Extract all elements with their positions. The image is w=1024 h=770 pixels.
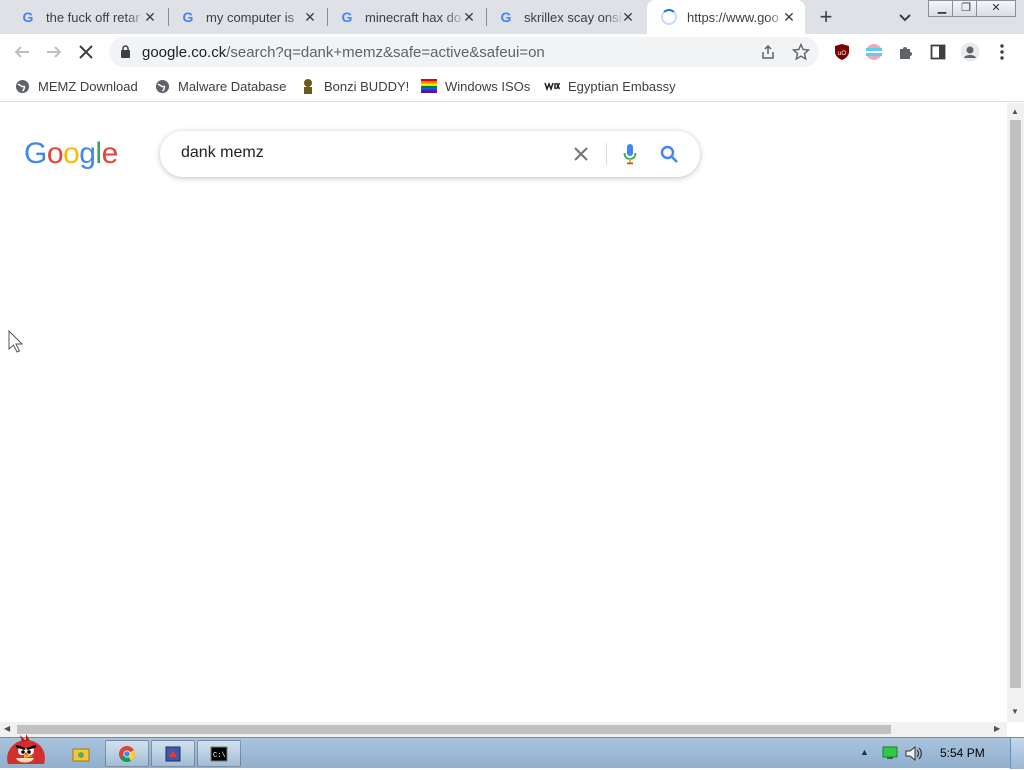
url-host: google.co.ck	[142, 44, 227, 61]
google-g-icon: G	[22, 9, 34, 25]
globe-icon	[14, 78, 30, 94]
logo-letter: g	[79, 137, 96, 170]
tab-close-icon[interactable]: ✕	[302, 9, 318, 25]
horizontal-scrollbar[interactable]: ◀ ▶	[0, 722, 1007, 737]
trans-flag-extension-icon[interactable]	[864, 42, 884, 62]
loading-spinner-icon	[661, 9, 677, 25]
app-window-icon	[165, 746, 181, 761]
forward-button[interactable]	[42, 40, 66, 64]
voice-search-mic-icon[interactable]	[623, 143, 637, 165]
mouse-cursor-icon	[8, 330, 24, 353]
tab-close-icon[interactable]: ✕	[142, 9, 158, 25]
menu-kebab-icon[interactable]	[992, 42, 1012, 62]
address-bar[interactable]: google.co.ck/search?q=dank+memz&safe=act…	[109, 37, 819, 67]
taskbar-app-button[interactable]	[151, 740, 195, 767]
globe-icon	[154, 78, 170, 94]
scroll-down-arrow-icon[interactable]: ▼	[1011, 707, 1019, 716]
bookmark-label: Windows ISOs	[445, 78, 531, 94]
forward-arrow-icon	[47, 46, 62, 58]
tab-title: my computer is	[206, 9, 295, 25]
tab-3[interactable]: G minecraft hax do ✕	[325, 0, 485, 34]
back-button[interactable]	[10, 40, 34, 64]
lock-icon	[121, 45, 130, 58]
extensions-puzzle-icon[interactable]	[896, 42, 916, 62]
bookmark-windows-isos[interactable]: Windows ISOs	[421, 76, 530, 96]
logo-text: Google	[24, 137, 118, 170]
explorer-folder-icon	[72, 748, 90, 761]
vertical-scrollbar[interactable]: ▲ ▼	[1007, 103, 1024, 722]
bookmark-memz-download[interactable]: MEMZ Download	[14, 76, 138, 96]
wix-icon	[544, 78, 560, 94]
tab-close-icon[interactable]: ✕	[620, 9, 636, 25]
bookmark-star-icon[interactable]	[792, 43, 810, 61]
stop-button[interactable]	[74, 40, 98, 64]
search-magnifier-icon[interactable]	[660, 145, 679, 164]
taskbar-explorer-button[interactable]	[66, 740, 96, 767]
tab-title: skrillex scay onsi	[524, 9, 622, 25]
bookmarks-bar: MEMZ Download Malware Database Bonzi BUD…	[0, 70, 1024, 102]
search-divider	[606, 143, 607, 165]
bookmark-label: Bonzi BUDDY!	[324, 78, 410, 94]
tab-search-chevron-icon[interactable]	[896, 8, 914, 26]
tab-4[interactable]: G skrillex scay onsi ✕	[484, 0, 644, 34]
tab-title: the fuck off retar	[46, 9, 140, 25]
google-g-icon: G	[500, 9, 512, 25]
logo-letter: e	[101, 137, 119, 170]
scroll-up-arrow-icon[interactable]: ▲	[1011, 107, 1019, 116]
url-path: /search?q=dank+memz&safe=active&safeui=o…	[226, 44, 545, 61]
profile-avatar-icon[interactable]	[960, 42, 980, 62]
volume-speaker-icon[interactable]	[905, 746, 923, 761]
taskbar-chrome-button[interactable]	[105, 740, 149, 767]
browser-toolbar: google.co.ck/search?q=dank+memz&safe=act…	[0, 34, 1024, 70]
taskbar-cmd-button[interactable]: C:\	[197, 740, 241, 767]
svg-text:uO: uO	[838, 51, 846, 57]
show-desktop-button[interactable]	[1010, 738, 1024, 769]
logo-letter: o	[46, 137, 64, 170]
search-input[interactable]: dank memz	[181, 144, 264, 162]
tab-1[interactable]: G the fuck off retar ✕	[6, 0, 166, 34]
side-panel-icon[interactable]	[928, 42, 948, 62]
google-logo[interactable]: Google	[24, 137, 118, 171]
horizontal-scroll-thumb[interactable]	[17, 725, 891, 734]
tab-2[interactable]: G my computer is ✕	[166, 0, 326, 34]
logo-letter: o	[63, 137, 80, 170]
logo-letter: G	[24, 137, 47, 170]
search-box[interactable]: dank memz	[160, 131, 700, 177]
scroll-right-arrow-icon[interactable]: ▶	[994, 724, 1000, 733]
page-content: Google dank memz	[0, 103, 1007, 722]
vertical-scroll-thumb[interactable]	[1010, 120, 1021, 688]
tab-5-active[interactable]: https://www.goo ✕	[647, 0, 805, 34]
clear-search-icon[interactable]	[574, 147, 588, 161]
google-g-icon: G	[182, 9, 194, 25]
angry-bird-start-button-icon[interactable]	[2, 732, 50, 770]
action-center-flag-icon[interactable]	[882, 746, 898, 760]
tab-close-icon[interactable]: ✕	[781, 9, 797, 25]
show-hidden-icons-arrow-icon[interactable]: ▲	[860, 747, 869, 757]
tab-close-icon[interactable]: ✕	[461, 9, 477, 25]
taskbar: C:\ ▲ 5:54 PM	[0, 734, 1024, 769]
bookmark-label: MEMZ Download	[38, 78, 138, 94]
tab-strip: G the fuck off retar ✕ G my computer is …	[0, 0, 1024, 34]
bookmark-egyptian-embassy[interactable]: Egyptian Embassy	[544, 76, 676, 96]
tab-title: minecraft hax do	[365, 9, 462, 25]
google-g-icon: G	[341, 9, 353, 25]
chrome-icon	[119, 745, 135, 762]
back-arrow-icon	[14, 46, 29, 58]
command-prompt-icon: C:\	[210, 746, 228, 761]
bookmark-label: Egyptian Embassy	[568, 78, 676, 94]
new-tab-button[interactable]: +	[816, 6, 836, 28]
bookmark-label: Malware Database	[178, 78, 287, 94]
share-icon[interactable]	[760, 44, 776, 60]
bookmark-malware-database[interactable]: Malware Database	[154, 76, 286, 96]
rainbow-flag-icon	[421, 78, 437, 94]
url-text: google.co.ck/search?q=dank+memz&safe=act…	[142, 44, 545, 61]
bookmark-bonzi-buddy[interactable]: Bonzi BUDDY!	[300, 76, 409, 96]
tab-title: https://www.goo	[687, 9, 779, 25]
svg-text:C:\: C:\	[213, 752, 226, 760]
taskbar-clock[interactable]: 5:54 PM	[940, 746, 985, 760]
stop-x-icon	[79, 45, 93, 59]
close-window-button[interactable]: ✕	[976, 0, 1016, 17]
bonzi-icon	[300, 78, 316, 94]
ublock-extension-icon[interactable]: uO	[832, 42, 852, 62]
